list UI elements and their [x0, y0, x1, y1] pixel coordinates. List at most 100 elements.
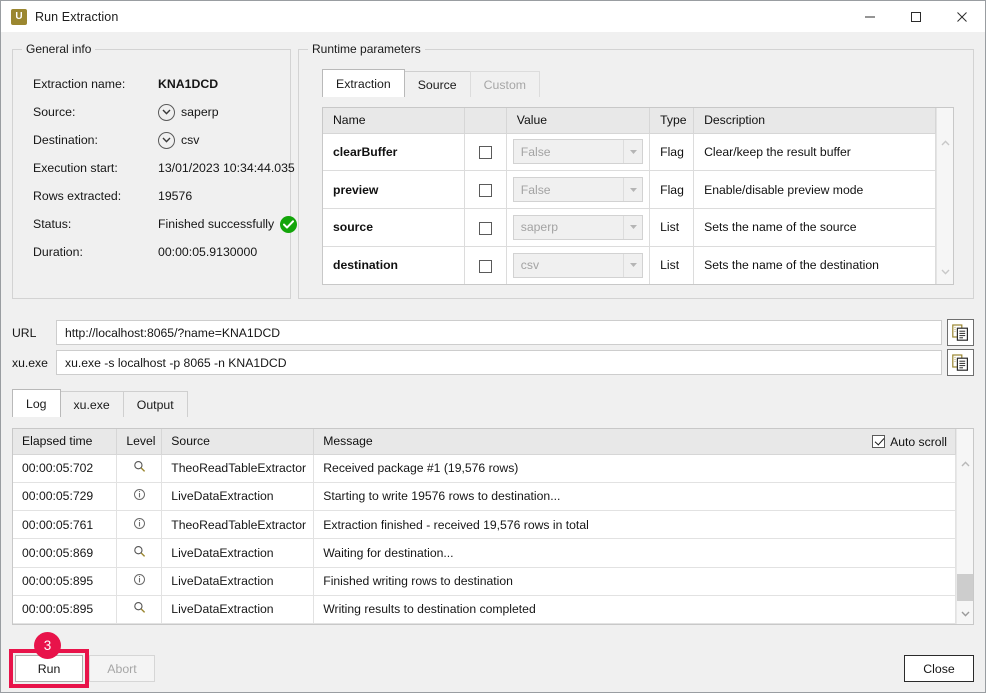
log-source: LiveDataExtraction [161, 595, 315, 624]
param-enable-checkbox[interactable] [478, 221, 492, 235]
info-row-status: Status: Finished successfully [33, 214, 298, 234]
auto-scroll-checkbox[interactable] [872, 435, 886, 448]
info-icon [133, 517, 145, 529]
scroll-down-icon[interactable] [937, 263, 953, 280]
abort-button-label: Abort [107, 661, 137, 676]
log-elapsed: 00:00:05:895 [13, 595, 118, 624]
tab-log[interactable]: Log [12, 389, 61, 417]
column-header-name[interactable]: Name [323, 108, 465, 134]
param-enable-checkbox[interactable] [478, 259, 492, 273]
log-source: LiveDataExtraction [161, 567, 315, 596]
debug-search-icon [134, 602, 145, 614]
log-scrollbar-thumb[interactable] [957, 574, 973, 601]
log-scrollbar[interactable] [956, 429, 973, 624]
table-row[interactable]: 00:00:05:895 LiveDataExtraction Writing … [13, 595, 956, 624]
param-enable-checkbox-cell[interactable] [464, 170, 507, 209]
table-row[interactable]: destination csv List Sets the name of th… [323, 246, 936, 284]
value-source: saperp [181, 105, 219, 119]
annotation-step-badge: 3 [34, 632, 61, 659]
tab-extraction[interactable]: Extraction [322, 69, 405, 97]
value-source-wrap: saperp [158, 103, 219, 121]
param-enable-checkbox-cell[interactable] [464, 133, 507, 172]
column-header-blank[interactable] [464, 108, 507, 134]
url-field[interactable]: http://localhost:8065/?name=KNA1DCD [56, 320, 942, 345]
label-status: Status: [33, 217, 72, 231]
param-value-cell: csv [506, 246, 651, 284]
param-enable-checkbox[interactable] [478, 146, 492, 160]
debug-search-icon [134, 545, 145, 557]
run-button-label: Run [37, 661, 61, 676]
abort-button: Abort [89, 655, 155, 682]
column-header-value[interactable]: Value [506, 108, 651, 134]
column-header-type[interactable]: Type [649, 108, 695, 134]
circle-chevron-down-icon[interactable] [158, 103, 175, 121]
auto-scroll-control[interactable]: Auto scroll [872, 429, 947, 454]
param-value-dropdown: saperp [512, 214, 644, 240]
param-table-scrollbar[interactable] [936, 108, 953, 284]
param-name: preview [323, 170, 465, 209]
copy-url-button[interactable] [947, 319, 974, 346]
tab-source-label: Source [417, 77, 457, 92]
runtime-parameters-table-panel: Name Value Type Description clearBuffer … [322, 107, 954, 285]
param-enable-checkbox-cell[interactable] [464, 246, 507, 284]
table-row[interactable]: 00:00:05:761 TheoReadTableExtractor Extr… [13, 510, 956, 540]
tab-output[interactable]: Output [122, 391, 188, 417]
xuexe-field[interactable]: xu.exe -s localhost -p 8065 -n KNA1DCD [56, 350, 942, 375]
log-source: TheoReadTableExtractor [161, 454, 315, 483]
column-header-message[interactable]: Message Auto scroll [313, 429, 956, 455]
column-header-description[interactable]: Description [693, 108, 936, 134]
scroll-up-icon[interactable] [937, 134, 953, 151]
param-enable-checkbox-cell[interactable] [464, 208, 507, 247]
log-elapsed: 00:00:05:702 [13, 454, 118, 483]
general-info-legend: General info [22, 42, 96, 56]
value-execution-start: 13/01/2023 10:34:44.035 [158, 161, 295, 175]
param-enable-checkbox[interactable] [478, 183, 492, 197]
column-header-elapsed-time[interactable]: Elapsed time [13, 429, 118, 455]
minimize-icon[interactable] [847, 1, 893, 32]
log-header-row: Elapsed time Level Source Message Auto s… [13, 429, 956, 455]
chevron-down-icon [623, 215, 642, 239]
param-type: List [649, 208, 695, 247]
auto-scroll-label: Auto scroll [890, 434, 947, 449]
log-table-panel: Elapsed time Level Source Message Auto s… [12, 428, 974, 625]
maximize-icon[interactable] [893, 1, 939, 32]
close-icon[interactable] [939, 1, 985, 32]
param-name: source [323, 208, 465, 247]
value-destination-wrap: csv [158, 131, 199, 149]
param-value: False [520, 182, 551, 197]
value-duration: 00:00:05.9130000 [158, 245, 258, 259]
general-info-group: General info Extraction name: KNA1DCD So… [12, 42, 298, 299]
info-icon [133, 574, 145, 586]
scroll-down-icon[interactable] [957, 605, 973, 622]
table-row[interactable]: 00:00:05:869 LiveDataExtraction Waiting … [13, 538, 956, 568]
tab-custom-label: Custom [483, 77, 527, 92]
tab-custom: Custom [469, 71, 541, 97]
log-level-cell [116, 510, 163, 540]
column-header-source[interactable]: Source [161, 429, 315, 455]
url-label: URL [12, 325, 37, 340]
table-row[interactable]: preview False Flag Enable/disable previe… [323, 170, 936, 209]
param-type: Flag [649, 170, 695, 209]
table-row[interactable]: clearBuffer False Flag Clear/keep the re… [323, 133, 936, 172]
scroll-up-icon[interactable] [957, 455, 973, 472]
copy-xuexe-button[interactable] [947, 349, 974, 376]
table-row[interactable]: source saperp List Sets the name of the … [323, 208, 936, 247]
table-row[interactable]: 00:00:05:895 LiveDataExtraction Finished… [13, 567, 956, 596]
window-title: Run Extraction [35, 9, 119, 24]
info-icon [133, 489, 145, 501]
run-button[interactable]: Run [15, 655, 83, 682]
tab-output-label: Output [136, 397, 174, 412]
circle-chevron-down-icon[interactable] [158, 131, 175, 149]
table-row[interactable]: 00:00:05:702 TheoReadTableExtractor Rece… [13, 454, 956, 483]
tab-xuexe[interactable]: xu.exe [59, 391, 124, 417]
param-description: Enable/disable preview mode [693, 170, 936, 209]
param-description: Sets the name of the destination [693, 246, 936, 284]
label-extraction-name: Extraction name: [33, 77, 126, 91]
tab-source[interactable]: Source [403, 71, 471, 97]
success-check-icon [280, 215, 298, 233]
table-row[interactable]: 00:00:05:729 LiveDataExtraction Starting… [13, 482, 956, 512]
column-header-level[interactable]: Level [116, 429, 163, 455]
close-button[interactable]: Close [904, 655, 974, 682]
info-row-source: Source: saperp [33, 102, 283, 122]
tab-extraction-label: Extraction [336, 76, 391, 91]
